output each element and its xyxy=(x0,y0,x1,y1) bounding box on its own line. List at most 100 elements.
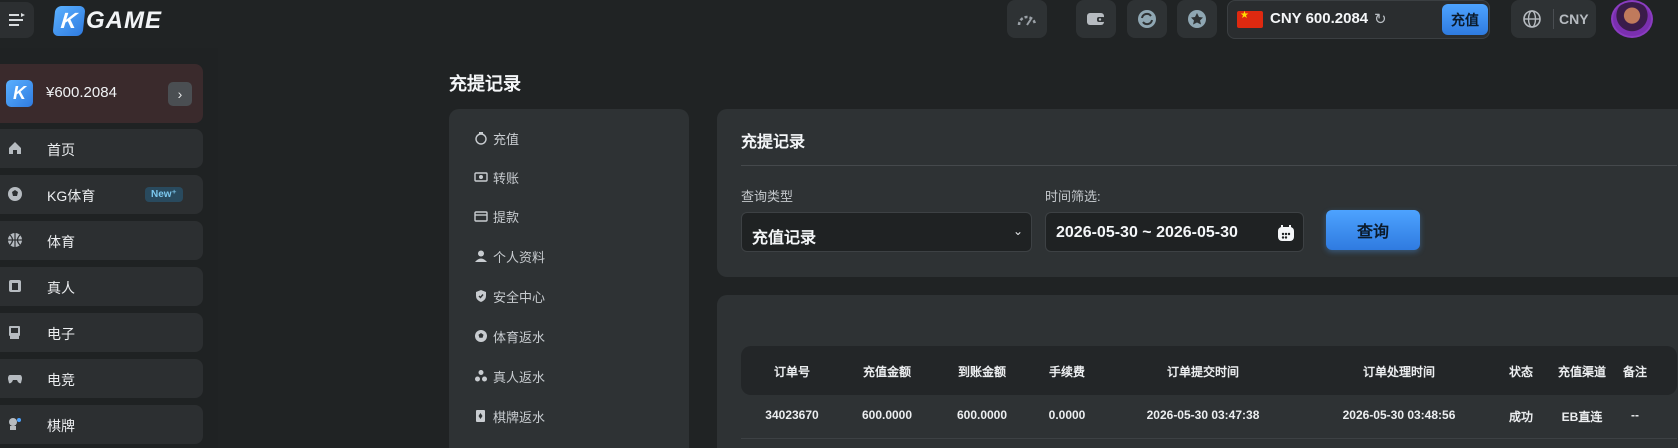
sidebar-item-label: 体育 xyxy=(47,234,75,250)
row-divider xyxy=(741,438,1677,439)
query-type-select[interactable]: 充值记录 ⌄ xyxy=(741,212,1032,252)
sidebar-item-label: 首页 xyxy=(47,142,75,158)
menu-toggle-button[interactable] xyxy=(0,2,34,38)
column-header: 订单处理时间 xyxy=(1362,365,1436,379)
vip-button[interactable] xyxy=(1177,0,1217,38)
basketball-icon xyxy=(6,231,24,249)
deposit-amount-cell: 600.0000 xyxy=(861,408,913,422)
received-amount-cell: 600.0000 xyxy=(956,408,1008,422)
sub-menu-label: 真人返水 xyxy=(493,369,546,385)
sub-menu-transfer[interactable]: 转账 xyxy=(473,167,519,187)
submit-time-cell: 2026-05-30 03:47:38 xyxy=(1146,408,1260,422)
wallet-button[interactable] xyxy=(1076,0,1116,38)
divider xyxy=(741,165,1677,166)
exchange-icon xyxy=(1138,10,1156,28)
sidebar-item-esports[interactable]: 电竞 xyxy=(0,359,203,398)
divider xyxy=(1553,9,1554,29)
date-range-value: 2026-05-30 ~ 2026-05-30 xyxy=(1056,224,1238,241)
globe-icon xyxy=(1523,10,1541,28)
sub-menu-chess-rebate[interactable]: 棋牌返水 xyxy=(473,406,545,426)
records-table-card: 订单号 充值金额 到账金额 手续费 订单提交时间 订单处理时间 状态 充值渠道 … xyxy=(717,295,1678,448)
sidebar-item-label: 棋牌 xyxy=(47,418,75,434)
remark-cell: -- xyxy=(1631,408,1639,422)
chevron-down-icon: ⌄ xyxy=(1012,224,1023,238)
slot-machine-icon xyxy=(6,323,24,341)
shield-icon xyxy=(473,288,489,304)
query-card-title: 充提记录 xyxy=(741,134,806,151)
sub-menu-security[interactable]: 安全中心 xyxy=(473,286,545,306)
language-currency-selector[interactable]: CNY xyxy=(1511,0,1596,38)
withdraw-icon xyxy=(473,208,489,224)
sidebar-item-label: 真人 xyxy=(47,280,75,296)
sidebar-item-chess[interactable]: 棋牌 xyxy=(0,405,203,444)
sub-menu-withdraw[interactable]: 提款 xyxy=(473,206,519,226)
account-sub-menu: 充值 转账 提款 个人资料 安全中心 体育返水 真人返水 棋牌返水 xyxy=(449,109,689,448)
channel-cell: EB直连 xyxy=(1561,410,1603,424)
wallet-logo-icon: K xyxy=(6,80,33,107)
process-time-cell: 2026-05-30 03:48:56 xyxy=(1342,408,1456,422)
logo-k-mark: K xyxy=(52,6,86,36)
date-range-picker[interactable]: 2026-05-30 ~ 2026-05-30 xyxy=(1045,212,1304,252)
sub-menu-label: 体育返水 xyxy=(493,329,546,345)
header-balance: CNY 600.2084 xyxy=(1270,10,1369,27)
sub-menu-label: 个人资料 xyxy=(493,249,546,265)
sub-menu-label: 棋牌返水 xyxy=(493,409,546,425)
query-button[interactable]: 查询 xyxy=(1326,210,1420,250)
query-card: 充提记录 查询类型 时间筛选: 充值记录 ⌄ 2026-05-30 ~ 2026… xyxy=(717,109,1678,277)
table-row: 34023670 600.0000 600.0000 0.0000 2026-0… xyxy=(741,395,1677,438)
user-avatar[interactable] xyxy=(1611,0,1653,38)
sidebar-item-kg-sports[interactable]: KG体育 New⁺ xyxy=(0,175,203,214)
chess-icon xyxy=(6,415,24,433)
sub-menu-profile[interactable]: 个人资料 xyxy=(473,246,545,266)
balance-display: CNY 600.2084 ↻ 充值 xyxy=(1227,0,1490,39)
sub-menu-label: 安全中心 xyxy=(493,289,546,305)
top-header: K GAME CNY 600.2084 ↻ 充值 xyxy=(0,0,1678,48)
sub-menu-label: 提款 xyxy=(493,209,520,225)
query-type-label: 查询类型 xyxy=(741,189,794,204)
chevron-right-icon[interactable]: › xyxy=(168,82,192,106)
query-type-value: 充值记录 xyxy=(752,230,817,247)
time-filter-label: 时间筛选: xyxy=(1045,189,1101,204)
piggy-bank-icon xyxy=(473,130,489,146)
recharge-button[interactable]: 充值 xyxy=(1442,4,1488,35)
sub-menu-sports-rebate[interactable]: 体育返水 xyxy=(473,326,545,346)
sub-menu-live-rebate[interactable]: 真人返水 xyxy=(473,366,545,386)
column-header: 备注 xyxy=(1622,365,1648,379)
logo-text: GAME xyxy=(86,7,162,34)
home-icon xyxy=(6,139,24,157)
speedometer-icon xyxy=(1017,15,1037,26)
people-icon xyxy=(473,368,489,384)
column-header: 充值渠道 xyxy=(1557,365,1607,379)
column-header: 手续费 xyxy=(1048,365,1086,379)
sub-menu-label: 充值 xyxy=(493,131,520,147)
exchange-button[interactable] xyxy=(1127,0,1167,38)
order-id-cell: 34023670 xyxy=(765,408,819,422)
sidebar-item-home[interactable]: 首页 xyxy=(0,129,203,168)
column-header: 订单号 xyxy=(773,365,811,379)
sidebar-item-sports[interactable]: 体育 xyxy=(0,221,203,260)
sub-menu-label: 转账 xyxy=(493,170,520,186)
status-cell: 成功 xyxy=(1508,410,1534,424)
column-header: 订单提交时间 xyxy=(1166,365,1240,379)
new-badge: New⁺ xyxy=(145,187,183,202)
transfer-icon xyxy=(473,169,489,185)
sidebar-item-live[interactable]: 真人 xyxy=(0,267,203,306)
speed-button[interactable] xyxy=(1007,0,1047,38)
calendar-icon xyxy=(1278,225,1294,241)
user-icon xyxy=(473,248,489,264)
kgame-logo[interactable]: K GAME xyxy=(52,4,162,38)
column-header: 充值金额 xyxy=(862,365,912,379)
wallet-card[interactable]: K ¥600.2084 › xyxy=(0,64,203,123)
sub-menu-deposit[interactable]: 充值 xyxy=(473,128,519,148)
wallet-amount: ¥600.2084 xyxy=(46,84,117,101)
sidebar: K ¥600.2084 › 首页 KG体育 New⁺ 体育 真人 电子 电竞 棋… xyxy=(0,48,218,448)
soccer-icon xyxy=(6,185,24,203)
sidebar-item-slots[interactable]: 电子 xyxy=(0,313,203,352)
fee-cell: 0.0000 xyxy=(1048,408,1086,422)
table-header: 订单号 充值金额 到账金额 手续费 订单提交时间 订单处理时间 状态 充值渠道 … xyxy=(741,346,1677,395)
column-header: 状态 xyxy=(1508,365,1534,379)
card-icon xyxy=(473,408,489,424)
cards-icon xyxy=(6,277,24,295)
china-flag-icon xyxy=(1237,10,1263,28)
refresh-icon[interactable]: ↻ xyxy=(1374,10,1387,28)
